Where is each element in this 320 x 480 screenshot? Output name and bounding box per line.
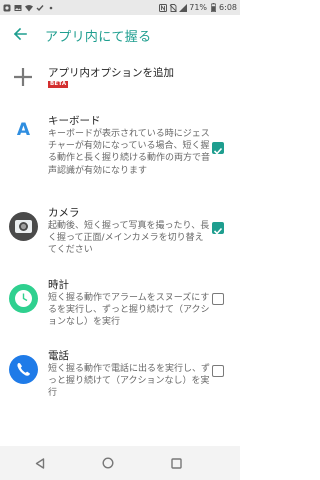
item-description: 起動後、短く握って写真を撮ったり、長く握って正面/メインカメラを切り替えてくださ… — [48, 221, 210, 256]
nav-home-button[interactable] — [98, 453, 118, 473]
list-item-camera[interactable]: カメラ 起動後、短く握って写真を撮ったり、長く握って正面/メインカメラを切り替え… — [0, 200, 240, 260]
item-description: 短く握る動作でアラームをスヌーズにするを実行し、ずっと握り続けて（アクションなし… — [48, 293, 210, 328]
beta-badge: BETA — [48, 81, 69, 88]
navigation-bar — [0, 446, 240, 480]
item-title: 時計 — [48, 279, 69, 291]
back-button[interactable] — [5, 20, 35, 50]
status-bar: 71% 6:08 — [0, 0, 240, 15]
item-description: 短く握る動作で電話に出るを実行し、ずっと握り続けて（アクションなし）を実行 — [48, 364, 211, 399]
check-icon — [36, 4, 44, 12]
phone-checkbox[interactable] — [212, 365, 224, 377]
signal-icon — [179, 3, 188, 12]
nav-back-button[interactable] — [30, 453, 50, 473]
list-item-keyboard[interactable]: A キーボード キーボードが表示されている時にジェスチャーが有効になっている場合… — [0, 108, 240, 188]
nav-recents-button[interactable] — [166, 453, 186, 473]
plus-icon — [12, 66, 34, 88]
no-sim-icon — [169, 3, 178, 12]
app-bar: アプリ内にて握る — [0, 15, 240, 55]
list-item-phone[interactable]: 電話 短く握る動作で電話に出るを実行し、ずっと握り続けて（アクションなし）を実行 — [0, 345, 240, 405]
svg-text:A: A — [17, 120, 31, 140]
battery-icon — [209, 3, 217, 12]
item-title: カメラ — [48, 207, 80, 219]
camera-checkbox[interactable] — [212, 222, 224, 235]
triangle-back-icon — [35, 454, 45, 473]
nfc-icon — [159, 3, 168, 12]
keyboard-checkbox[interactable] — [212, 142, 224, 155]
list-item-clock[interactable]: 時計 短く握る動作でアラームをスヌーズにするを実行し、ずっと握り続けて（アクショ… — [0, 272, 240, 332]
battery-percent: 71% — [189, 3, 208, 12]
item-description: キーボードが表示されている時にジェスチャーが有効になっている場合、短く握る動作と… — [48, 129, 211, 176]
camera-icon — [9, 212, 38, 241]
wifi-icon — [25, 4, 33, 12]
phone-icon — [9, 355, 38, 384]
add-option-label: アプリ内オプションを追加 — [48, 67, 174, 79]
clock-icon — [9, 284, 38, 313]
add-option-row[interactable]: アプリ内オプションを追加 BETA — [0, 60, 240, 98]
dot-icon — [47, 4, 55, 12]
screen: 71% 6:08 アプリ内にて握る アプリ内オプションを追加 BETA A キー… — [0, 0, 240, 480]
square-recents-icon — [170, 454, 182, 473]
circle-home-icon — [102, 454, 114, 473]
clock-checkbox[interactable] — [212, 293, 224, 305]
arrow-back-icon — [13, 26, 27, 45]
item-title: 電話 — [48, 350, 69, 362]
item-title: キーボード — [48, 115, 101, 127]
page-title: アプリ内にて握る — [45, 29, 152, 45]
app-icon — [3, 4, 11, 12]
image-icon — [14, 4, 22, 12]
keyboard-icon: A — [9, 114, 38, 143]
clock-time: 6:08 — [219, 3, 237, 12]
